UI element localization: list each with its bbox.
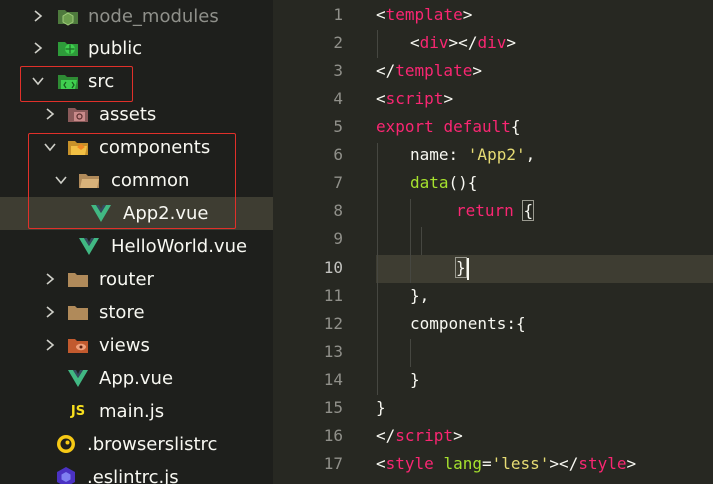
line-number: 17 <box>323 454 343 473</box>
line-number: 4 <box>333 89 343 108</box>
tree-item-label: assets <box>99 104 157 125</box>
chevron-right-icon[interactable] <box>31 41 45 55</box>
vue-file-icon <box>78 235 100 257</box>
chevron-right-icon[interactable] <box>43 338 57 352</box>
chevron-right-icon[interactable] <box>43 272 57 286</box>
code-line-4: <script> <box>376 89 454 108</box>
line-number: 1 <box>333 5 343 24</box>
code-line-5: export default{ <box>376 117 521 136</box>
tree-item-public[interactable]: public <box>0 32 273 65</box>
tree-item-label: App2.vue <box>123 203 209 224</box>
tree-item-app-vue[interactable]: App.vue <box>0 362 273 395</box>
indent-guide <box>421 227 422 255</box>
tree-item-label: node_modules <box>88 6 219 27</box>
code-line-12: components:{ <box>410 314 526 333</box>
tree-item-label: .eslintrc.js <box>87 467 179 484</box>
matched-brace: { <box>522 200 535 221</box>
tree-item-main-js[interactable]: JS main.js <box>0 395 273 428</box>
vue-file-icon <box>67 367 89 389</box>
chevron-down-icon[interactable] <box>31 74 45 88</box>
code-line-10: } <box>376 254 469 282</box>
src-folder-icon <box>57 70 79 92</box>
text-cursor <box>466 257 469 280</box>
tree-item-store[interactable]: store <box>0 296 273 329</box>
components-folder-icon <box>67 136 89 158</box>
tree-item-label: .browserslistrc <box>87 434 218 455</box>
line-number: 5 <box>333 117 343 136</box>
chevron-right-icon[interactable] <box>43 305 57 319</box>
line-number: 15 <box>323 398 343 417</box>
tree-item-label: public <box>88 38 143 59</box>
assets-folder-icon <box>67 103 89 125</box>
tree-item-label: components <box>99 137 211 158</box>
line-number: 10 <box>323 258 343 277</box>
chevron-down-icon[interactable] <box>43 140 57 154</box>
chevron-right-icon[interactable] <box>43 107 57 121</box>
tree-item-label: store <box>99 302 145 323</box>
line-number: 9 <box>333 229 343 248</box>
matched-brace: } <box>455 257 467 278</box>
browserslist-file-icon <box>55 433 77 455</box>
line-number: 16 <box>323 426 343 445</box>
tree-item-common[interactable]: common <box>0 164 273 197</box>
code-line-7: data(){ <box>410 173 478 192</box>
line-number: 6 <box>333 145 343 164</box>
tree-item-helloworld-vue[interactable]: HelloWorld.vue <box>0 230 273 263</box>
code-line-8: return { <box>456 200 535 221</box>
tree-item-views[interactable]: views <box>0 329 273 362</box>
file-explorer: node_modules public src assets component… <box>0 0 273 484</box>
folder-open-icon <box>78 169 100 191</box>
public-folder-icon <box>57 37 79 59</box>
tree-item-label: common <box>111 170 190 191</box>
line-number: 8 <box>333 201 343 220</box>
code-line-2: <div></div> <box>410 33 516 52</box>
tree-item-label: views <box>99 335 150 356</box>
line-number: 2 <box>333 33 343 52</box>
tree-item-label: App.vue <box>99 368 174 389</box>
chevron-right-icon[interactable] <box>31 9 45 23</box>
code-line-11: }, <box>410 286 430 305</box>
js-badge: JS <box>70 403 86 419</box>
tree-item-eslintrc-js[interactable]: .eslintrc.js <box>0 461 273 484</box>
js-file-icon: JS <box>67 400 89 422</box>
views-folder-icon <box>67 334 89 356</box>
vue-file-icon <box>90 202 112 224</box>
line-number: 13 <box>323 342 343 361</box>
code-line-3: </template> <box>376 61 482 80</box>
tree-item-label: src <box>88 71 115 92</box>
code-editor[interactable]: 1 2 3 4 5 6 7 8 9 10 11 12 13 14 15 16 1… <box>273 0 713 484</box>
tree-item-label: router <box>99 269 154 290</box>
tree-item-label: main.js <box>99 401 165 422</box>
line-number: 14 <box>323 370 343 389</box>
line-number: 11 <box>323 286 343 305</box>
tree-item-router[interactable]: router <box>0 263 273 296</box>
line-number: 7 <box>333 173 343 192</box>
line-number: 3 <box>333 61 343 80</box>
eslint-file-icon <box>55 466 77 484</box>
chevron-down-icon[interactable] <box>54 173 68 187</box>
tree-item-components[interactable]: components <box>0 131 273 164</box>
folder-icon <box>67 268 89 290</box>
tree-item-assets[interactable]: assets <box>0 98 273 131</box>
tree-item-browserslistrc[interactable]: .browserslistrc <box>0 428 273 461</box>
tree-item-app2-vue[interactable]: App2.vue <box>0 197 273 230</box>
node-folder-icon <box>57 5 79 27</box>
tree-item-label: HelloWorld.vue <box>111 236 248 257</box>
code-line-17: <style lang='less'></style> <box>376 454 637 473</box>
code-line-14: } <box>410 370 420 389</box>
code-line-16: </script> <box>376 426 463 445</box>
indent-guide <box>410 339 411 367</box>
tree-item-node-modules[interactable]: node_modules <box>0 0 273 33</box>
line-number: 12 <box>323 314 343 333</box>
code-line-6: name: 'App2', <box>410 145 536 164</box>
code-line-15: } <box>376 398 386 417</box>
code-line-1: <template> <box>376 5 473 24</box>
folder-icon <box>67 301 89 323</box>
tree-item-src[interactable]: src <box>0 65 273 98</box>
